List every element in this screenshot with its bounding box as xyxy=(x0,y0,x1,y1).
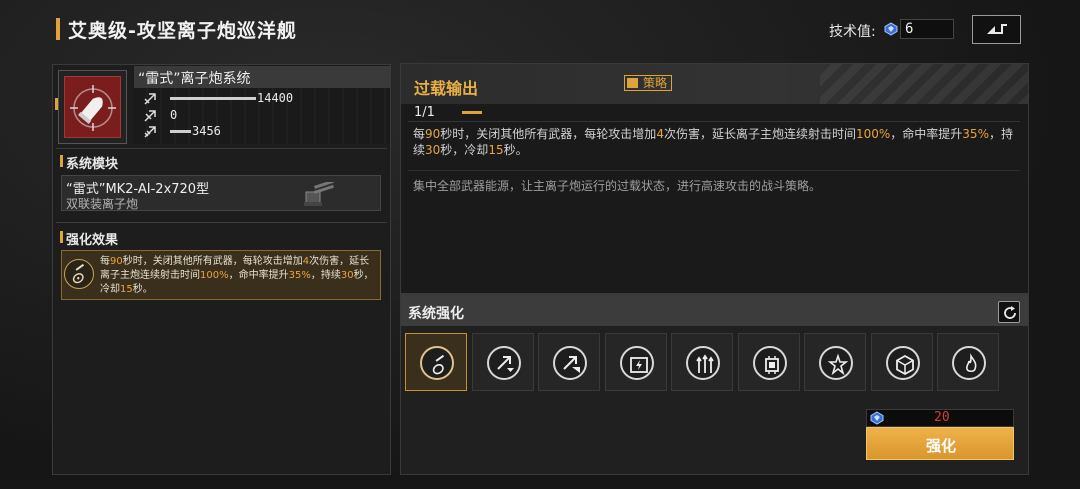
enhance-slot[interactable] xyxy=(937,333,999,391)
range-stat-value: 0 xyxy=(170,108,178,122)
overload-guitar-icon xyxy=(64,259,94,289)
desc-highlight: 4 xyxy=(656,127,664,141)
section-accent xyxy=(60,155,63,167)
desc-highlight: 30 xyxy=(425,143,441,157)
enhance-slot[interactable] xyxy=(538,333,600,391)
ion-cannon-shell-icon xyxy=(70,85,116,131)
enhance-slot[interactable] xyxy=(471,333,534,391)
section-accent xyxy=(60,231,63,243)
divider xyxy=(408,170,1020,171)
effect-highlight: 35% xyxy=(288,270,311,281)
enhance-slot[interactable] xyxy=(405,333,467,391)
desc-highlight: 100% xyxy=(855,127,891,141)
effect-text: 每 xyxy=(100,256,110,267)
enhance-slot[interactable] xyxy=(671,333,733,391)
range-stat-icon xyxy=(144,110,156,122)
effect-highlight: 100% xyxy=(200,270,229,281)
tech-value-label: 技术值: xyxy=(829,24,876,40)
enhance-slot[interactable] xyxy=(737,333,800,391)
desc-text: 秒，冷却 xyxy=(440,143,489,157)
effect-description: 每90秒时，关闭其他所有武器，每轮攻击增加4次伤害，延长离子主炮连续射击时间10… xyxy=(100,255,376,297)
tech-crystal-icon xyxy=(870,411,884,425)
effect-highlight: 90 xyxy=(110,256,123,267)
speed-stat-bar xyxy=(170,130,191,133)
chip-icon xyxy=(752,346,787,380)
desc-highlight: 15 xyxy=(488,143,504,157)
armor-cube-icon xyxy=(885,346,920,380)
effect-text: 秒。 xyxy=(132,284,153,295)
overload-guitar-icon xyxy=(420,346,454,380)
desc-text: 秒。 xyxy=(503,143,528,157)
enhance-cost: 20 xyxy=(934,410,950,425)
module-section-title: 系统模块 xyxy=(66,157,119,172)
desc-text: 次伤害，延长离子主炮连续射击时间 xyxy=(663,127,856,141)
desc-highlight: 35% xyxy=(962,127,989,141)
damage-up-icon xyxy=(486,346,521,380)
divider xyxy=(408,121,1020,122)
effect-highlight: 30 xyxy=(340,270,354,281)
system-icon xyxy=(64,76,121,138)
strategy-icon xyxy=(627,78,638,88)
back-button[interactable] xyxy=(972,15,1021,44)
back-arrow-icon xyxy=(987,24,1007,34)
triple-arrow-up-icon xyxy=(686,346,720,380)
enhance-button[interactable]: 强化 xyxy=(866,427,1014,460)
skill-description: 每90秒时，关闭其他所有武器，每轮攻击增加4次伤害，延长离子主炮连续射击时间10… xyxy=(413,126,1013,158)
twin-cannon-icon xyxy=(304,182,334,206)
effect-text: ，命中率提升 xyxy=(228,270,289,281)
header-stripes xyxy=(820,64,1028,104)
skill-level: 1/1 xyxy=(414,105,435,120)
enhance-header-bar xyxy=(401,295,1028,326)
page-title: 艾奥级-攻坚离子炮巡洋舰 xyxy=(68,20,297,42)
damage-up-alt-icon xyxy=(553,346,587,380)
attack-stat-bar xyxy=(170,97,256,100)
desc-text: 每 xyxy=(413,127,426,141)
flame-badge-icon xyxy=(952,346,986,380)
enhance-slot[interactable] xyxy=(870,333,933,391)
desc-text: ，命中率提升 xyxy=(890,127,963,141)
attack-stat-value: 14400 xyxy=(257,91,294,105)
level-progress-bar xyxy=(462,111,482,114)
title-accent xyxy=(56,18,60,40)
divider xyxy=(56,222,387,223)
effect-text: 秒时，关闭其他所有武器，每轮攻击增加 xyxy=(122,256,303,267)
enhance-button-label: 强化 xyxy=(925,437,956,455)
burst-icon xyxy=(819,346,853,380)
effect-section-title: 强化效果 xyxy=(66,233,119,248)
speed-stat-icon xyxy=(144,126,156,138)
desc-text: 秒时，关闭其他所有武器，每轮攻击增加 xyxy=(440,127,657,141)
module-subtitle: 双联装离子炮 xyxy=(66,197,139,211)
enhance-slot[interactable] xyxy=(604,333,667,391)
effect-highlight: 15 xyxy=(120,284,133,295)
attack-stat-icon xyxy=(144,93,156,105)
refresh-icon xyxy=(1004,306,1016,319)
skill-title: 过载输出 xyxy=(414,79,479,98)
selected-accent xyxy=(55,98,58,110)
tech-crystal-icon xyxy=(884,22,898,36)
skill-flavor-text: 集中全部武器能源，让主离子炮运行的过载状态，进行高速攻击的战斗策略。 xyxy=(413,179,822,193)
power-cell-icon xyxy=(619,346,654,380)
tech-value: 6 xyxy=(905,21,914,37)
divider xyxy=(56,148,387,149)
desc-highlight: 90 xyxy=(425,127,441,141)
refresh-button[interactable] xyxy=(998,301,1020,323)
speed-stat-value: 3456 xyxy=(192,124,221,138)
enhance-slot[interactable] xyxy=(804,333,866,391)
enhance-title: 系统强化 xyxy=(408,306,464,322)
system-name: “雷式”离子炮系统 xyxy=(138,71,251,87)
effect-text: ，持续 xyxy=(310,270,341,281)
